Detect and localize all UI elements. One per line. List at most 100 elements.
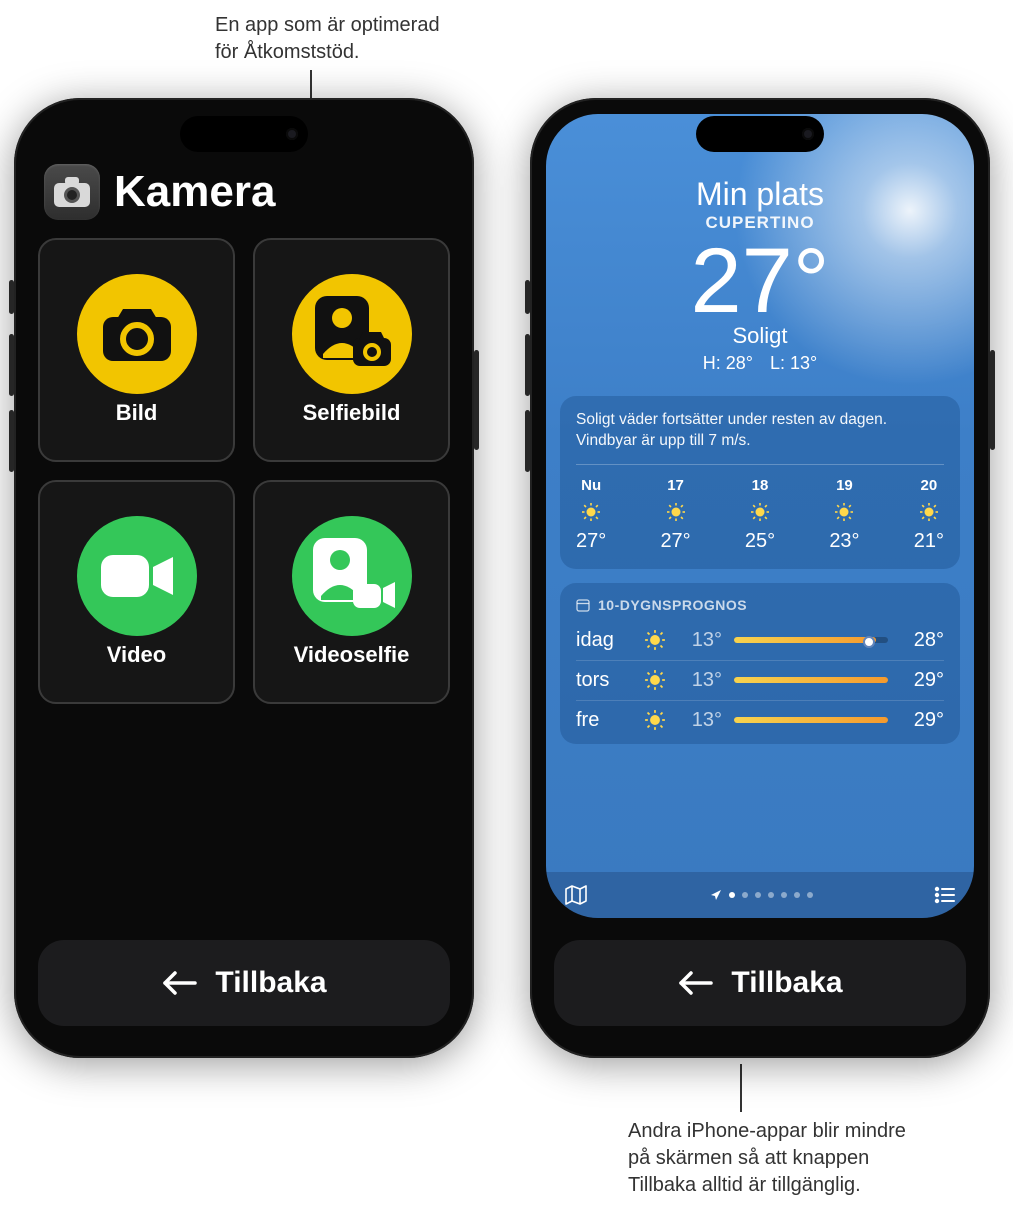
map-icon[interactable]	[564, 884, 588, 906]
hour-item[interactable]: 20 21°	[914, 477, 944, 553]
back-button-right-label: Tillbaka	[731, 966, 842, 1000]
hourly-row[interactable]: Nu 27° 17 27° 18 25° 19 23°	[576, 477, 944, 553]
side-button	[474, 350, 479, 450]
page-dot	[755, 892, 761, 898]
back-button-left[interactable]: Tillbaka	[38, 940, 450, 1026]
ten-day-list: idag 13° 28° tors 13° 29°	[576, 621, 944, 740]
back-button-right[interactable]: Tillbaka	[554, 940, 966, 1026]
day-name: fre	[576, 709, 632, 732]
weather-condition: Soligt	[546, 323, 974, 349]
arrow-left-icon	[161, 970, 197, 996]
location-arrow-icon	[710, 889, 722, 901]
day-high: 29°	[900, 669, 944, 692]
weather-city: CUPERTINO	[546, 213, 974, 233]
hour-item[interactable]: 18 25°	[745, 477, 775, 553]
tile-selfie-label: Selfiebild	[303, 400, 401, 426]
weather-hilo: H: 28° L: 13°	[546, 353, 974, 374]
hourly-forecast-card[interactable]: Soligt väder fortsätter under resten av …	[560, 396, 960, 569]
day-row[interactable]: fre 13° 29°	[576, 700, 944, 740]
sun-icon	[666, 502, 686, 522]
ten-day-card[interactable]: 10-DYGNSPROGNOS idag 13° 28° tors 13°	[560, 583, 960, 744]
weather-low: L: 13°	[770, 353, 817, 373]
ten-day-title: 10-DYGNSPROGNOS	[576, 597, 944, 613]
hour-time: 17	[667, 477, 684, 494]
hour-item[interactable]: Nu 27°	[576, 477, 606, 553]
page-dot	[729, 892, 735, 898]
temp-range-bar	[734, 717, 888, 723]
side-button	[525, 280, 530, 314]
tile-selfie[interactable]: Selfiebild	[253, 238, 450, 462]
arrow-left-icon	[677, 970, 713, 996]
videoselfie-icon	[292, 516, 412, 636]
hour-item[interactable]: 17 27°	[660, 477, 690, 553]
callout-line	[740, 1064, 742, 1112]
page-dot	[807, 892, 813, 898]
list-icon[interactable]	[934, 886, 956, 904]
weather-app-screen: Min plats CUPERTINO 27° Soligt H: 28° L:…	[546, 114, 974, 918]
camera-title: Kamera	[114, 167, 275, 217]
weather-bottom-bar	[546, 872, 974, 918]
day-low: 13°	[682, 629, 722, 652]
tile-videoselfie-label: Videoselfie	[294, 642, 410, 668]
phone-frame-left: Kamera Bild	[14, 98, 474, 1058]
camera-app-icon	[44, 164, 100, 220]
hour-time: 19	[836, 477, 853, 494]
hour-item[interactable]: 19 23°	[829, 477, 859, 553]
tile-video[interactable]: Video	[38, 480, 235, 704]
tile-photo-label: Bild	[116, 400, 158, 426]
camera-grid: Bild Selfiebild	[38, 238, 450, 704]
tile-photo[interactable]: Bild	[38, 238, 235, 462]
page-dot	[742, 892, 748, 898]
camera-icon	[77, 274, 197, 394]
dynamic-island	[696, 116, 824, 152]
day-row[interactable]: tors 13° 29°	[576, 660, 944, 700]
hour-temp: 27°	[576, 530, 606, 553]
side-button	[990, 350, 995, 450]
weather-my-location: Min plats	[546, 176, 974, 213]
side-button	[525, 334, 530, 396]
weather-header: Min plats CUPERTINO 27° Soligt H: 28° L:…	[546, 114, 974, 374]
calendar-icon	[576, 598, 590, 612]
hour-time: Nu	[581, 477, 601, 494]
weather-high: H: 28°	[703, 353, 753, 373]
day-low: 13°	[682, 669, 722, 692]
hour-time: 18	[752, 477, 769, 494]
side-button	[525, 410, 530, 472]
day-name: tors	[576, 669, 632, 692]
page-dots[interactable]	[710, 889, 813, 901]
sun-icon	[644, 629, 670, 651]
day-row[interactable]: idag 13° 28°	[576, 621, 944, 660]
sun-icon	[644, 709, 670, 731]
camera-header: Kamera	[44, 164, 444, 220]
hour-temp: 21°	[914, 530, 944, 553]
weather-temperature: 27°	[546, 235, 974, 327]
back-button-left-label: Tillbaka	[215, 966, 326, 1000]
day-high: 28°	[900, 629, 944, 652]
weather-summary: Soligt väder fortsätter under resten av …	[576, 410, 944, 465]
temp-range-bar	[734, 637, 888, 643]
sun-icon	[750, 502, 770, 522]
side-button	[9, 280, 14, 314]
hour-temp: 23°	[829, 530, 859, 553]
dynamic-island	[180, 116, 308, 152]
temp-range-bar	[734, 677, 888, 683]
day-name: idag	[576, 629, 632, 652]
sun-icon	[919, 502, 939, 522]
sun-icon	[644, 669, 670, 691]
side-button	[9, 410, 14, 472]
selfie-icon	[292, 274, 412, 394]
sun-icon	[581, 502, 601, 522]
sun-icon	[834, 502, 854, 522]
ten-day-title-text: 10-DYGNSPROGNOS	[598, 597, 747, 613]
tile-video-label: Video	[107, 642, 167, 668]
callout-top: En app som är optimerad för Åtkomststöd.	[215, 12, 535, 66]
hour-time: 20	[921, 477, 938, 494]
hour-temp: 25°	[745, 530, 775, 553]
side-button	[9, 334, 14, 396]
tile-videoselfie[interactable]: Videoselfie	[253, 480, 450, 704]
phone-frame-right: Min plats CUPERTINO 27° Soligt H: 28° L:…	[530, 98, 990, 1058]
video-icon	[77, 516, 197, 636]
page-dot	[781, 892, 787, 898]
page-dot	[768, 892, 774, 898]
day-high: 29°	[900, 709, 944, 732]
